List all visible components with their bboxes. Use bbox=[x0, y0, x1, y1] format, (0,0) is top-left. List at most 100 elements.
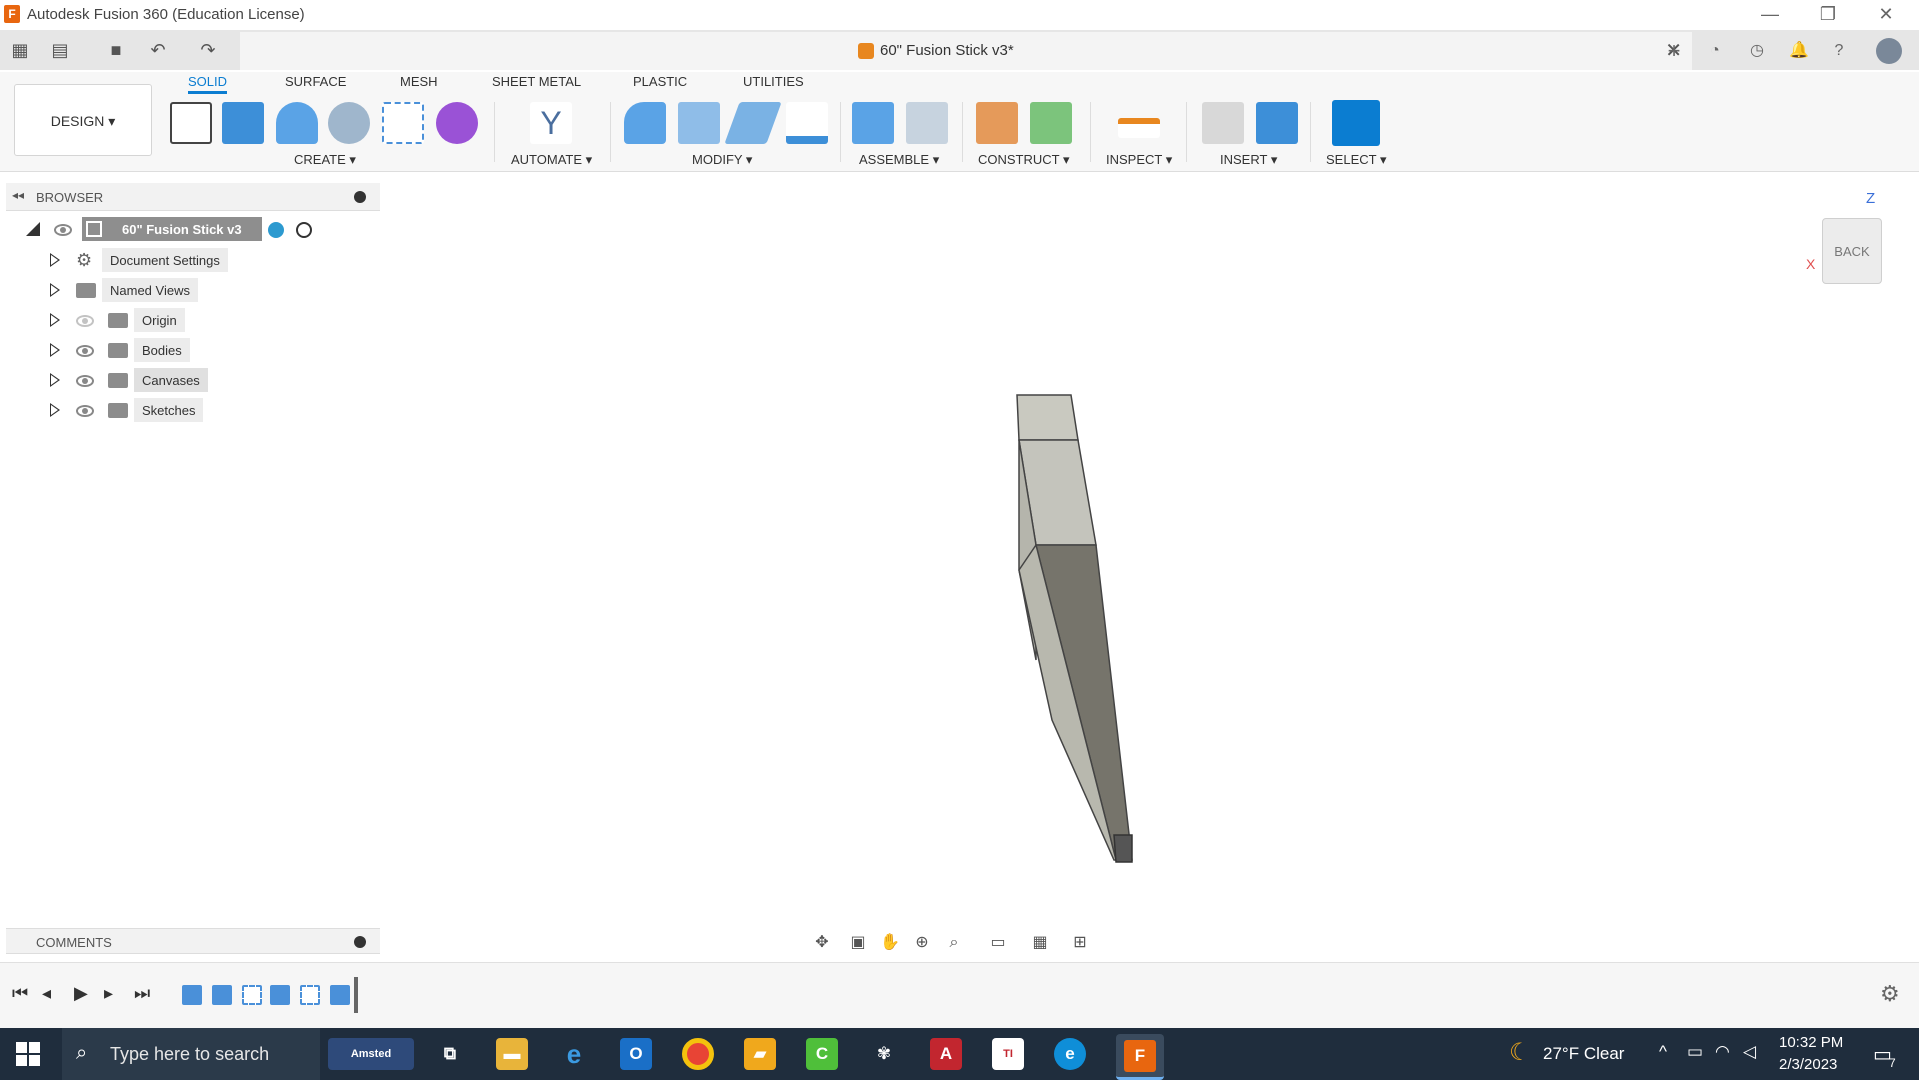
restore-button[interactable]: ❐ bbox=[1808, 2, 1848, 26]
timeline-sketch-item[interactable] bbox=[212, 985, 232, 1005]
extrude-icon[interactable] bbox=[222, 102, 264, 144]
create-form-icon[interactable] bbox=[436, 102, 478, 144]
select-menu[interactable]: SELECT ▾ bbox=[1326, 152, 1386, 168]
camtasia-icon[interactable]: C bbox=[806, 1038, 838, 1070]
insert-menu[interactable]: INSERT ▾ bbox=[1220, 152, 1277, 168]
pan-hand-icon[interactable]: ✋ bbox=[878, 932, 902, 954]
notifications-bell-icon[interactable]: 🔔 bbox=[1786, 38, 1812, 64]
show-hidden-icons-chevron-icon[interactable]: ^ bbox=[1659, 1042, 1667, 1062]
create-menu[interactable]: CREATE ▾ bbox=[294, 152, 356, 168]
new-tab-plus-icon[interactable]: + bbox=[1661, 38, 1687, 64]
select-icon[interactable] bbox=[1332, 100, 1380, 146]
tree-item-document-settings[interactable]: ⚙ Document Settings bbox=[0, 248, 380, 272]
chrome-icon[interactable] bbox=[682, 1038, 714, 1070]
acrobat-icon[interactable]: A bbox=[930, 1038, 962, 1070]
tree-item-canvases[interactable]: Canvases bbox=[0, 368, 380, 392]
collapse-panel-icon[interactable]: ◂◂ bbox=[12, 188, 24, 202]
windows-start-icon[interactable] bbox=[16, 1042, 40, 1066]
pattern-icon[interactable] bbox=[382, 102, 424, 144]
workspace-switcher-button[interactable]: DESIGN ▾ bbox=[14, 84, 152, 156]
ti-app-icon[interactable]: TI bbox=[992, 1038, 1024, 1070]
minimize-button[interactable]: — bbox=[1750, 2, 1790, 26]
play-icon[interactable]: ▶ bbox=[74, 983, 88, 1004]
expand-toggle[interactable] bbox=[50, 283, 60, 297]
last-step-icon[interactable]: ⏭ bbox=[134, 983, 150, 1004]
chamfer-icon[interactable] bbox=[724, 102, 782, 144]
browser-root-item[interactable]: 60" Fusion Stick v3 bbox=[82, 217, 262, 241]
construct-menu[interactable]: CONSTRUCT ▾ bbox=[978, 152, 1070, 168]
timeline-sketch-item[interactable] bbox=[242, 985, 262, 1005]
create-sketch-icon[interactable] bbox=[170, 102, 212, 144]
save-icon[interactable]: ■ bbox=[104, 38, 128, 62]
add-comment-icon[interactable] bbox=[354, 936, 366, 948]
model-viewport-body[interactable] bbox=[980, 380, 1180, 870]
revolve-icon[interactable] bbox=[276, 102, 318, 144]
assemble-menu[interactable]: ASSEMBLE ▾ bbox=[859, 152, 939, 168]
amsted-app-icon[interactable]: Amsted bbox=[328, 1038, 414, 1070]
measure-icon[interactable] bbox=[1118, 118, 1160, 138]
taskbar-search-box[interactable]: ⌕ Type here to search bbox=[62, 1028, 320, 1080]
tab-utilities[interactable]: UTILITIES bbox=[743, 74, 804, 94]
document-tab[interactable]: 60" Fusion Stick v3* ✕ bbox=[240, 32, 1692, 70]
tab-plastic[interactable]: PLASTIC bbox=[633, 74, 687, 94]
data-panel-grid-icon[interactable]: ▦ bbox=[8, 38, 32, 62]
timeline-extrude-item[interactable] bbox=[330, 985, 350, 1005]
insert-derive-icon[interactable] bbox=[1202, 102, 1244, 144]
redo-icon[interactable]: ↷ bbox=[196, 38, 220, 62]
radio-target-icon[interactable] bbox=[296, 222, 312, 238]
extensions-icon[interactable]: ◔ bbox=[1702, 38, 1728, 64]
expand-toggle[interactable] bbox=[50, 343, 60, 357]
file-explorer-icon[interactable]: ▬ bbox=[496, 1038, 528, 1070]
automate-icon[interactable]: Y bbox=[530, 102, 572, 144]
timeline-settings-gear-icon[interactable]: ⚙ bbox=[1880, 981, 1900, 1007]
activate-component-icon[interactable] bbox=[268, 222, 284, 238]
battery-icon[interactable]: ▭ bbox=[1687, 1042, 1703, 1062]
new-component-icon[interactable] bbox=[852, 102, 894, 144]
automate-menu[interactable]: AUTOMATE ▾ bbox=[511, 152, 592, 168]
fan-app-icon[interactable]: ✾ bbox=[868, 1038, 900, 1070]
viewports-icon[interactable]: ⊞ bbox=[1068, 932, 1092, 954]
help-icon[interactable]: ? bbox=[1826, 38, 1852, 64]
visibility-eye-icon[interactable] bbox=[76, 345, 94, 357]
sticky-notes-icon[interactable]: ▰ bbox=[744, 1038, 776, 1070]
file-menu-icon[interactable]: ▤ bbox=[48, 38, 72, 62]
tree-item-origin[interactable]: Origin bbox=[0, 308, 380, 332]
offset-plane-icon[interactable] bbox=[976, 102, 1018, 144]
fusion-360-taskbar-icon[interactable]: F bbox=[1116, 1034, 1164, 1080]
job-status-clock-icon[interactable]: ◷ bbox=[1744, 38, 1770, 64]
tree-item-sketches[interactable]: Sketches bbox=[0, 398, 380, 422]
insert-image-icon[interactable] bbox=[1256, 102, 1298, 144]
visibility-eye-icon[interactable] bbox=[76, 405, 94, 417]
tab-sheet-metal[interactable]: SHEET METAL bbox=[492, 74, 581, 94]
zoom-icon[interactable]: ⊕ bbox=[910, 932, 934, 954]
tab-surface[interactable]: SURFACE bbox=[285, 74, 346, 94]
modify-menu[interactable]: MODIFY ▾ bbox=[692, 152, 752, 168]
undo-icon[interactable]: ↶ bbox=[146, 38, 170, 62]
tab-mesh[interactable]: MESH bbox=[400, 74, 438, 94]
expand-toggle-root[interactable] bbox=[26, 222, 40, 236]
visibility-eye-icon[interactable] bbox=[54, 224, 72, 236]
user-avatar[interactable] bbox=[1876, 38, 1902, 64]
timeline-extrude-item[interactable] bbox=[270, 985, 290, 1005]
tree-item-named-views[interactable]: Named Views bbox=[0, 278, 380, 302]
clock-time[interactable]: 10:32 PM bbox=[1779, 1034, 1843, 1051]
timeline-sketch-item[interactable] bbox=[182, 985, 202, 1005]
browser-minimize-icon[interactable] bbox=[354, 191, 366, 203]
task-view-icon[interactable]: ⧉ bbox=[434, 1038, 466, 1070]
close-window-button[interactable]: ✕ bbox=[1866, 2, 1906, 26]
timeline-marker[interactable] bbox=[354, 977, 358, 1013]
look-at-icon[interactable]: ▣ bbox=[846, 932, 870, 954]
display-settings-icon[interactable]: ▭ bbox=[986, 932, 1010, 954]
first-step-icon[interactable]: ⏮ bbox=[12, 983, 28, 1004]
joint-icon[interactable] bbox=[906, 102, 948, 144]
hidden-eye-icon[interactable] bbox=[76, 315, 94, 327]
edge-icon[interactable]: e bbox=[1054, 1038, 1086, 1070]
tab-solid[interactable]: SOLID bbox=[188, 74, 228, 94]
volume-icon[interactable]: ◁ bbox=[1743, 1042, 1756, 1062]
press-pull-icon[interactable] bbox=[624, 102, 666, 144]
clock-date[interactable]: 2/3/2023 bbox=[1779, 1056, 1837, 1073]
expand-toggle[interactable] bbox=[50, 403, 60, 417]
internet-explorer-icon[interactable]: e bbox=[558, 1038, 590, 1070]
next-step-icon[interactable]: ▸ bbox=[104, 983, 113, 1004]
outlook-icon[interactable]: O bbox=[620, 1038, 652, 1070]
